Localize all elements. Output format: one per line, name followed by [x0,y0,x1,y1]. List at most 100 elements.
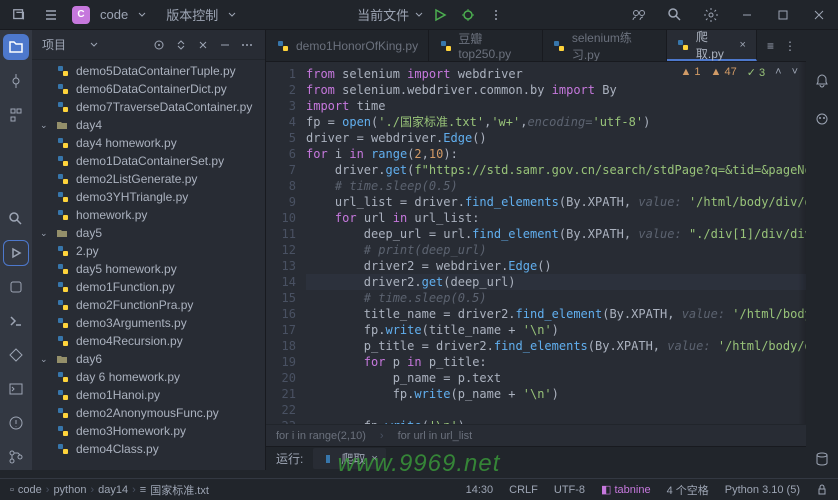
python-console-icon[interactable] [3,308,29,334]
nav-up-icon[interactable]: ˄ [775,66,781,79]
tree-file[interactable]: demo7TraverseDataContainer.py [32,98,265,116]
terminal-icon[interactable] [3,376,29,402]
maximize-icon[interactable] [772,4,794,26]
code-line[interactable] [306,402,806,418]
code-line[interactable]: url_list = driver.find_elements(By.XPATH… [306,194,806,210]
code-editor[interactable]: from selenium import webdriverfrom selen… [306,62,806,424]
tree-file[interactable]: demo3Homework.py [32,422,265,440]
close-window-icon[interactable] [808,4,830,26]
tree-folder[interactable]: ⌄day5 [32,224,265,242]
tree-file[interactable]: homework.py [32,206,265,224]
code-line[interactable]: import time [306,98,806,114]
commit-tool-icon[interactable] [3,68,29,94]
ai-assistant-icon[interactable] [811,108,833,130]
more-icon[interactable] [485,4,507,26]
code-line[interactable]: fp.write(p_name + '\n') [306,386,806,402]
breadcrumb-item[interactable]: for i in range(2,10) [276,430,366,442]
close-icon[interactable]: × [371,453,377,465]
menu-icon[interactable] [40,4,62,26]
inspection-widget[interactable]: ▲ 1 ▲ 47 ✓ 3 ˄ ˅ [680,66,798,79]
hide-icon[interactable] [217,37,233,53]
project-badge[interactable]: C [72,6,90,24]
chevron-down-icon[interactable] [415,11,423,19]
code-line[interactable]: deep_url = url.find_element(By.XPATH, va… [306,226,806,242]
tree-file[interactable]: demo6DataContainerDict.py [32,80,265,98]
tree-file[interactable]: demo3YHTriangle.py [32,188,265,206]
collapse-icon[interactable] [195,37,211,53]
code-line[interactable]: driver2 = webdriver.Edge() [306,258,806,274]
editor-tab[interactable]: demo1HonorOfKing.py [266,30,429,61]
code-line[interactable]: p_title = driver2.find_elements(By.XPATH… [306,338,806,354]
tree-file[interactable]: demo2FunctionPra.py [32,296,265,314]
warning-count[interactable]: ▲ 47 [711,66,737,79]
close-icon[interactable]: × [740,39,746,51]
project-name[interactable]: code [100,7,128,22]
code-breadcrumb[interactable]: for i in range(2,10) › for url in url_li… [266,424,806,446]
tabnine-widget[interactable]: ◧ tabnine [601,483,651,496]
search-tool-icon[interactable] [3,206,29,232]
interpreter-widget[interactable]: Python 3.10 (5) [725,484,800,496]
editor-tab[interactable]: 豆瓣top250.py [429,30,542,61]
python-packages-icon[interactable] [3,274,29,300]
tree-file[interactable]: demo3Arguments.py [32,314,265,332]
tab-list-icon[interactable]: ≡ [767,39,774,53]
tree-file[interactable]: demo1Hanoi.py [32,386,265,404]
select-file-icon[interactable] [151,37,167,53]
code-line[interactable]: driver = webdriver.Edge() [306,130,806,146]
code-line[interactable]: fp = open('./国家标准.txt','w+',encoding='ut… [306,114,806,130]
code-line[interactable]: fp.write('\n') [306,418,806,424]
tree-file[interactable]: demo4Recursion.py [32,332,265,350]
expand-icon[interactable] [173,37,189,53]
tree-file[interactable]: day 6 homework.py [32,368,265,386]
code-line[interactable]: # print(deep_url) [306,242,806,258]
file-path-breadcrumb[interactable]: ▫ code › python › day14 › ≡ 国家标准.txt [10,482,209,498]
tree-file[interactable]: day4 homework.py [32,134,265,152]
code-line[interactable]: title_name = driver2.find_element(By.XPA… [306,306,806,322]
run-tab[interactable]: 爬取 × [313,448,385,469]
error-count[interactable]: ▲ 1 [680,66,700,79]
notifications-icon[interactable] [811,70,833,92]
tree-folder[interactable]: ⌄day6 [32,350,265,368]
run-icon[interactable] [429,4,451,26]
code-line[interactable]: driver2.get(deep_url) [306,274,806,290]
tree-file[interactable]: demo2AnonymousFunc.py [32,404,265,422]
chevron-down-icon[interactable] [138,11,146,19]
problems-icon[interactable] [3,410,29,436]
line-separator[interactable]: CRLF [509,484,538,496]
code-line[interactable]: for url in url_list: [306,210,806,226]
collaborate-icon[interactable] [628,4,650,26]
tree-folder[interactable]: ⌄day4 [32,116,265,134]
chevron-down-icon[interactable]: ⌄ [40,120,50,131]
chevron-down-icon[interactable] [90,41,98,49]
code-line[interactable]: from selenium.webdriver.common.by import… [306,82,806,98]
tree-file[interactable]: demo1DataContainerSet.py [32,152,265,170]
file-encoding[interactable]: UTF-8 [554,484,585,496]
services-icon[interactable] [3,342,29,368]
editor-tab[interactable]: 爬取.py× [667,30,757,61]
code-line[interactable]: # time.sleep(0.5) [306,178,806,194]
indent-widget[interactable]: 4 个空格 [667,482,709,498]
run-tool-icon[interactable] [3,240,29,266]
tree-file[interactable]: demo2ListGenerate.py [32,170,265,188]
code-line[interactable]: driver.get(f"https://std.samr.gov.cn/sea… [306,162,806,178]
code-line[interactable]: for i in range(2,10): [306,146,806,162]
scrollbar[interactable] [798,62,806,424]
editor-tab[interactable]: selenium练习.py [543,30,667,61]
vcs-dropdown[interactable]: 版本控制 [166,5,218,24]
tab-more-icon[interactable]: ⋮ [784,39,796,53]
more-sidebar-icon[interactable] [239,37,255,53]
tree-file[interactable]: demo4Class.py [32,440,265,458]
chevron-down-icon[interactable]: ⌄ [40,354,50,365]
breadcrumb-item[interactable]: for url in url_list [398,430,473,442]
tree-file[interactable]: day5 homework.py [32,260,265,278]
tree-file[interactable]: 2.py [32,242,265,260]
nav-down-icon[interactable]: ˅ [792,66,798,79]
run-config-dropdown[interactable]: 当前文件 [357,5,409,24]
code-line[interactable]: for p in p_title: [306,354,806,370]
settings-icon[interactable] [700,4,722,26]
chevron-down-icon[interactable] [228,11,236,19]
minimize-icon[interactable] [736,4,758,26]
folder-tool-icon[interactable] [3,34,29,60]
vcs-icon[interactable] [3,444,29,470]
typo-count[interactable]: ✓ 3 [747,66,765,79]
